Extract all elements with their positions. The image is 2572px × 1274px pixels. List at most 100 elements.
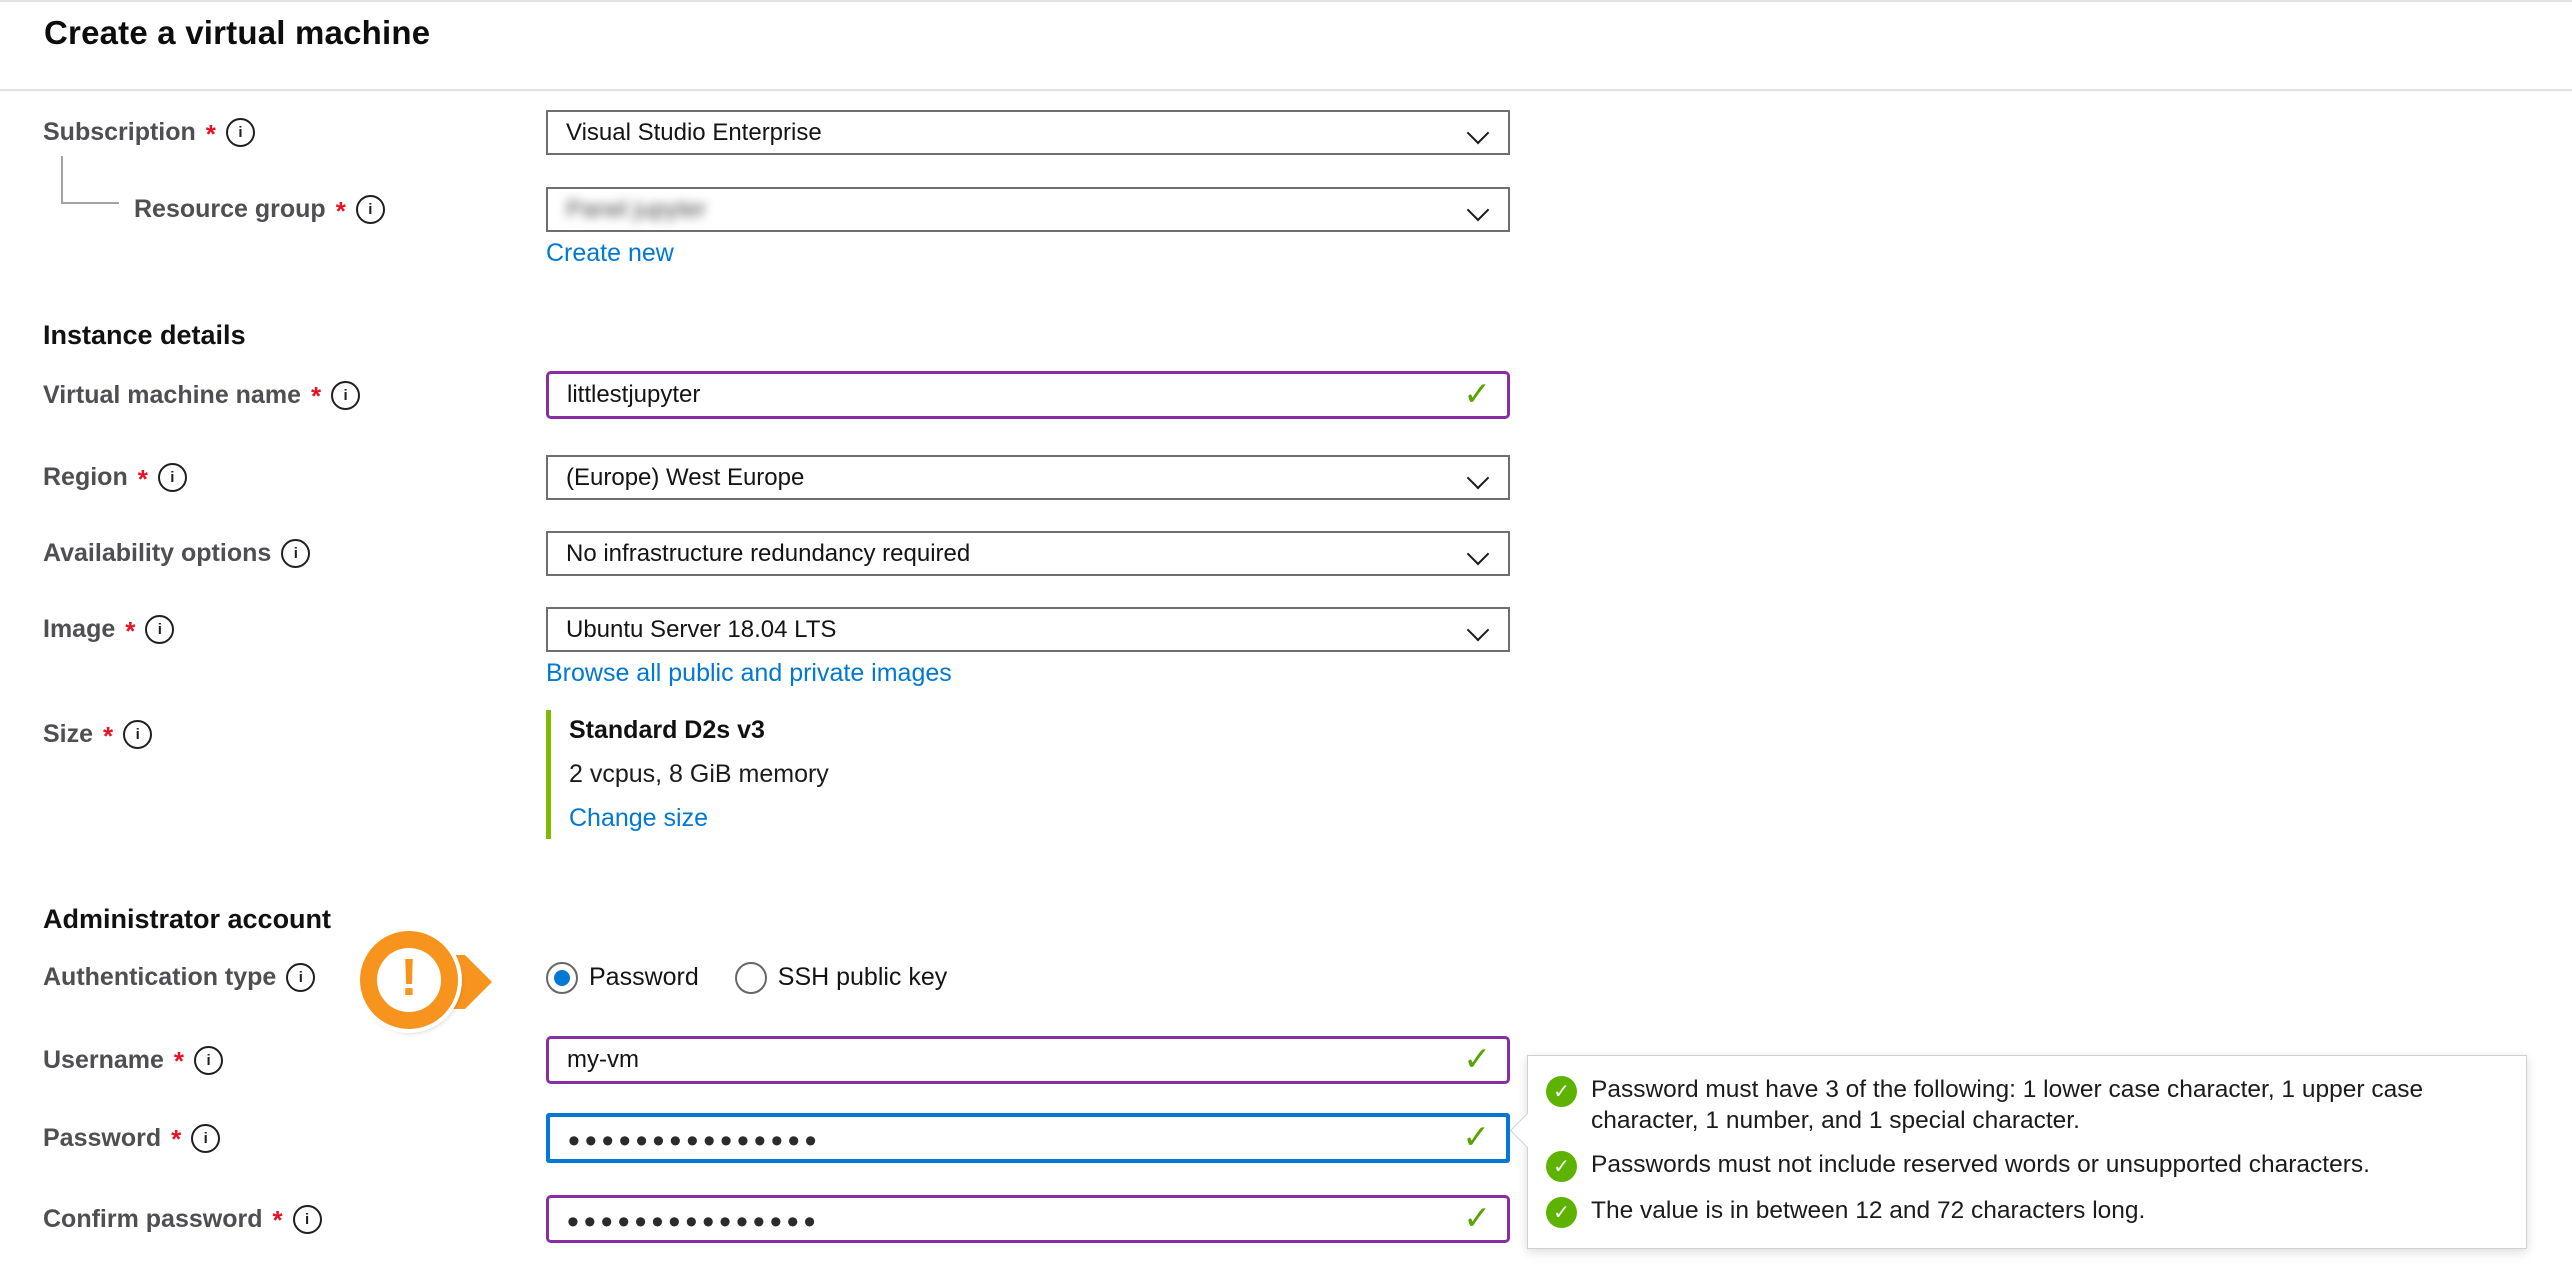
region-label-text: Region: [43, 463, 128, 492]
vm-name-label-text: Virtual machine name: [43, 381, 301, 410]
username-input[interactable]: my-vm ✓: [546, 1036, 1510, 1084]
size-label-text: Size: [43, 720, 93, 749]
chevron-down-icon: [1467, 619, 1490, 642]
resource-group-label-text: Resource group: [134, 195, 326, 224]
availability-options-label: Availability options i: [43, 531, 310, 576]
password-masked-value: •••••••••••••••: [568, 1118, 822, 1158]
confirm-password-label: Confirm password * i: [43, 1195, 322, 1243]
requirement-item: ✓ The value is in between 12 and 72 char…: [1546, 1195, 2502, 1228]
vm-name-input[interactable]: littlestjupyter ✓: [546, 371, 1510, 419]
password-label-text: Password: [43, 1124, 161, 1153]
change-size-link[interactable]: Change size: [569, 804, 1246, 833]
resource-group-dropdown[interactable]: Panel jupyter: [546, 187, 1510, 232]
region-dropdown[interactable]: (Europe) West Europe: [546, 455, 1510, 500]
availability-options-value: No infrastructure redundancy required: [566, 540, 970, 568]
info-icon[interactable]: i: [145, 615, 174, 644]
page-title: Create a virtual machine: [44, 14, 430, 52]
browse-images-link[interactable]: Browse all public and private images: [546, 659, 952, 688]
username-label-text: Username: [43, 1046, 164, 1075]
requirement-text: The value is in between 12 and 72 charac…: [1591, 1195, 2145, 1226]
authentication-type-radio-group: Password SSH public key: [546, 955, 947, 1000]
availability-options-label-text: Availability options: [43, 539, 271, 568]
title-divider: [0, 89, 2572, 91]
section-heading-instance-details: Instance details: [43, 320, 246, 351]
subscription-label-text: Subscription: [43, 118, 196, 147]
radio-password[interactable]: Password: [546, 962, 699, 994]
size-label: Size * i: [43, 712, 152, 757]
password-label: Password * i: [43, 1113, 220, 1163]
vm-name-value: littlestjupyter: [567, 381, 700, 409]
availability-options-dropdown[interactable]: No infrastructure redundancy required: [546, 531, 1510, 576]
check-circle-icon: ✓: [1546, 1151, 1577, 1182]
password-requirements-tooltip: ✓ Password must have 3 of the following:…: [1527, 1055, 2527, 1249]
required-asterisk: *: [171, 1124, 181, 1152]
info-icon[interactable]: i: [191, 1124, 220, 1153]
create-vm-page: Create a virtual machine Subscription * …: [0, 0, 2572, 1274]
valid-check-icon: ✓: [1463, 377, 1491, 410]
valid-check-icon: ✓: [1463, 1201, 1491, 1234]
size-name: Standard D2s v3: [569, 716, 1246, 745]
required-asterisk: *: [336, 196, 346, 224]
info-icon[interactable]: i: [293, 1205, 322, 1234]
chevron-down-icon: [1467, 122, 1490, 145]
subscription-dropdown[interactable]: Visual Studio Enterprise: [546, 110, 1510, 155]
check-circle-icon: ✓: [1546, 1076, 1577, 1107]
confirm-password-label-text: Confirm password: [43, 1205, 262, 1234]
info-icon[interactable]: i: [123, 720, 152, 749]
valid-check-icon: ✓: [1463, 1042, 1491, 1075]
size-specs: 2 vcpus, 8 GiB memory: [569, 760, 1246, 789]
exclamation-circle-icon: !: [360, 931, 458, 1029]
exclamation-icon: !: [400, 952, 417, 1008]
resource-group-label: Resource group * i: [134, 187, 385, 232]
required-asterisk: *: [103, 721, 113, 749]
radio-selected-icon[interactable]: [546, 962, 578, 994]
resource-group-connector-horizontal: [61, 202, 119, 204]
info-icon[interactable]: i: [286, 963, 315, 992]
authentication-type-label: Authentication type i: [43, 955, 315, 1000]
resource-group-connector-vertical: [61, 156, 63, 204]
radio-password-label: Password: [589, 963, 699, 992]
requirement-item: ✓ Passwords must not include reserved wo…: [1546, 1149, 2502, 1182]
resource-group-value-redacted: Panel jupyter: [566, 196, 706, 224]
username-label: Username * i: [43, 1036, 223, 1084]
section-heading-administrator-account: Administrator account: [43, 904, 331, 935]
required-asterisk: *: [125, 616, 135, 644]
required-asterisk: *: [311, 381, 321, 409]
radio-ssh-public-key[interactable]: SSH public key: [735, 962, 948, 994]
attention-callout-icon: !: [360, 931, 500, 1033]
region-value: (Europe) West Europe: [566, 464, 804, 492]
top-border: [0, 0, 2572, 2]
confirm-password-input[interactable]: ••••••••••••••• ✓: [546, 1195, 1510, 1243]
info-icon[interactable]: i: [158, 463, 187, 492]
chevron-down-icon: [1467, 543, 1490, 566]
requirement-text: Passwords must not include reserved word…: [1591, 1149, 2370, 1180]
subscription-label: Subscription * i: [43, 110, 255, 155]
region-label: Region * i: [43, 455, 187, 500]
info-icon[interactable]: i: [281, 539, 310, 568]
info-icon[interactable]: i: [226, 118, 255, 147]
chevron-down-icon: [1467, 467, 1490, 490]
info-icon[interactable]: i: [331, 381, 360, 410]
vm-name-label: Virtual machine name * i: [43, 371, 360, 419]
username-value: my-vm: [567, 1046, 639, 1074]
create-new-link[interactable]: Create new: [546, 239, 674, 268]
image-dropdown[interactable]: Ubuntu Server 18.04 LTS: [546, 607, 1510, 652]
required-asterisk: *: [138, 464, 148, 492]
required-asterisk: *: [206, 119, 216, 147]
password-input[interactable]: ••••••••••••••• ✓: [546, 1113, 1510, 1163]
size-selection: Standard D2s v3 2 vcpus, 8 GiB memory Ch…: [546, 710, 1246, 839]
radio-ssh-label: SSH public key: [778, 963, 948, 992]
info-icon[interactable]: i: [356, 195, 385, 224]
image-value: Ubuntu Server 18.04 LTS: [566, 616, 836, 644]
image-label-text: Image: [43, 615, 115, 644]
required-asterisk: *: [272, 1205, 282, 1233]
check-circle-icon: ✓: [1546, 1197, 1577, 1228]
image-label: Image * i: [43, 607, 174, 652]
subscription-value: Visual Studio Enterprise: [566, 119, 822, 147]
requirement-item: ✓ Password must have 3 of the following:…: [1546, 1074, 2502, 1136]
info-icon[interactable]: i: [194, 1046, 223, 1075]
radio-unselected-icon[interactable]: [735, 962, 767, 994]
valid-check-icon: ✓: [1462, 1120, 1490, 1153]
required-asterisk: *: [174, 1046, 184, 1074]
authentication-type-label-text: Authentication type: [43, 963, 276, 992]
